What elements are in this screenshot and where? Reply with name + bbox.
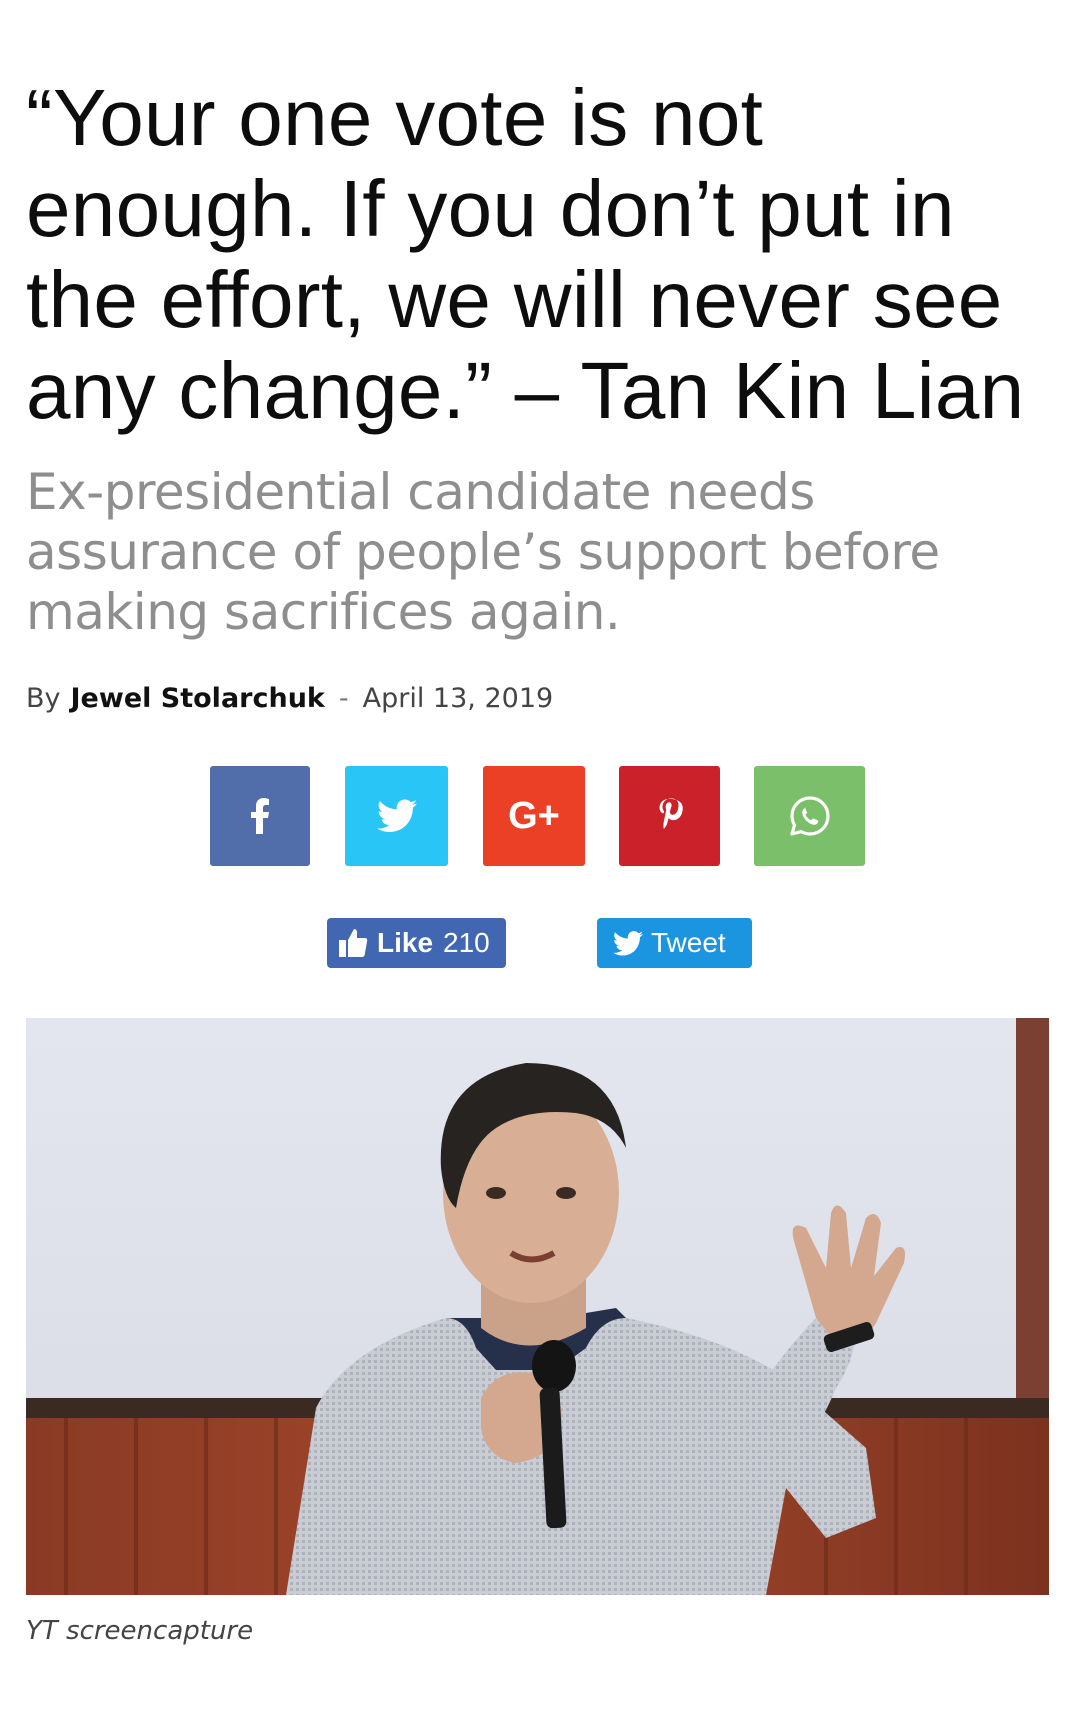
twitter-icon (376, 799, 417, 832)
byline-separator: - (338, 683, 349, 714)
like-label: Like (377, 927, 434, 958)
facebook-share-button[interactable] (210, 766, 310, 866)
social-actions: Like 210 Tweet (0, 918, 1080, 968)
whatsapp-share-button[interactable] (754, 766, 865, 866)
share-buttons: G+ (0, 766, 1080, 866)
thumbs-up-icon (339, 929, 368, 957)
like-count: 210 (443, 927, 490, 958)
pinterest-share-button[interactable] (619, 766, 720, 866)
facebook-icon (251, 798, 269, 834)
author-link[interactable]: Jewel Stolarchuk (71, 683, 325, 714)
speaker-photo-illustration (26, 1018, 1049, 1595)
byline-prefix: By (26, 683, 61, 714)
google-plus-icon: G+ (508, 794, 560, 837)
twitter-share-button[interactable] (345, 766, 448, 866)
tweet-label: Tweet (651, 927, 726, 958)
whatsapp-icon (789, 796, 830, 836)
article-subtitle: Ex-presidential candidate needs assuranc… (26, 463, 940, 641)
article-headline: “Your one vote is not enough. If you don… (26, 73, 1025, 435)
image-caption: YT screencapture (26, 1616, 254, 1646)
publish-date: April 13, 2019 (362, 683, 554, 714)
google-plus-share-button[interactable]: G+ (483, 766, 585, 866)
article-photo (26, 1018, 1049, 1595)
pinterest-icon (659, 798, 683, 829)
byline: By Jewel Stolarchuk - April 13, 2019 (26, 683, 553, 714)
tweet-button[interactable]: Tweet (597, 918, 752, 968)
twitter-icon (613, 930, 643, 955)
facebook-like-button[interactable]: Like 210 (327, 918, 506, 968)
